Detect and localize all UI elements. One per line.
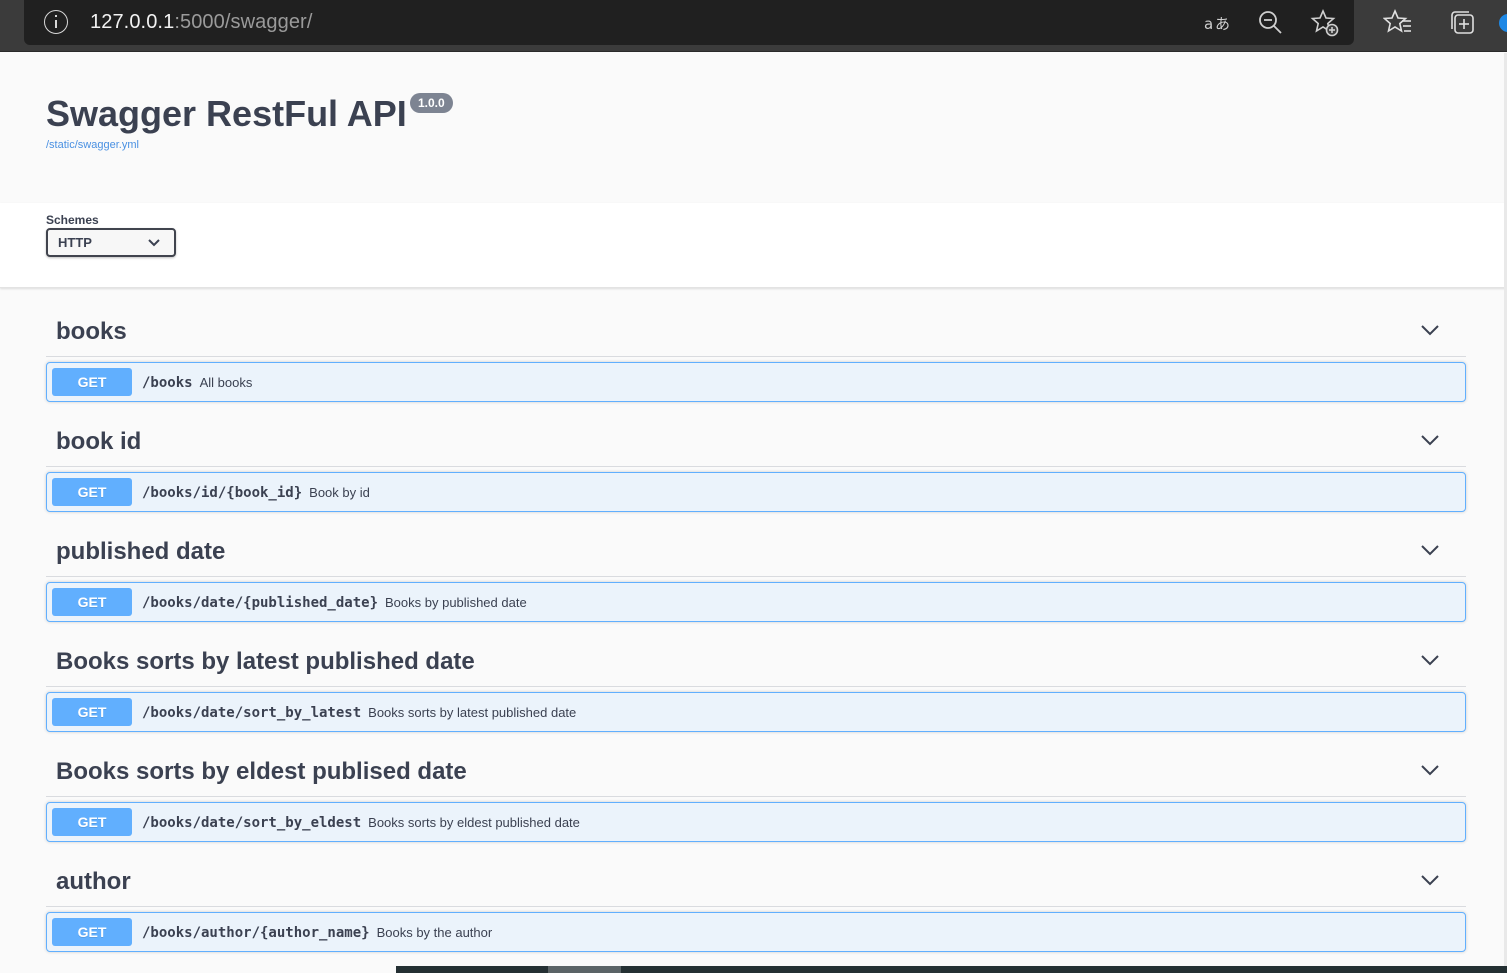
browser-toolbar: 127.0.0.1:5000/swagger/ a あ: [0, 0, 1507, 52]
operation-path: /books/date/sort_by_eldest: [142, 815, 362, 831]
operation-path: /books/date/sort_by_latest: [142, 705, 362, 721]
operation-path: /books: [142, 375, 193, 391]
address-bar[interactable]: 127.0.0.1:5000/swagger/: [24, 0, 1354, 45]
operations-list: books GET/books All books book id GET/books/…: [46, 300, 1466, 960]
tag-header[interactable]: books: [46, 300, 1466, 357]
tag-name: Books sorts by latest published date: [56, 648, 475, 675]
tag-section: published date GET/books/date/{published_…: [46, 520, 1466, 630]
operation-row[interactable]: GET/books/date/{published_date} Books by …: [46, 582, 1466, 622]
schemes-container: Schemes HTTP: [0, 203, 1507, 288]
collections-icon[interactable]: [1448, 8, 1478, 38]
get-method-badge: GET: [52, 368, 132, 396]
operation-summary: /books/date/sort_by_eldest Books sorts by…: [142, 814, 580, 832]
operation-path: /books/author/{author_name}: [142, 925, 370, 941]
info-icon[interactable]: [44, 10, 68, 34]
operation-description: All books: [199, 375, 253, 390]
get-method-badge: GET: [52, 698, 132, 726]
operation-path: /books/id/{book_id}: [142, 485, 303, 501]
get-method-badge: GET: [52, 918, 132, 946]
tag-header[interactable]: Books sorts by eldest publised date: [46, 740, 1466, 797]
tag-header[interactable]: Books sorts by latest published date: [46, 630, 1466, 687]
tag-section: Books sorts by eldest publised date GET/b…: [46, 740, 1466, 850]
operation-summary: /books All books: [142, 374, 252, 392]
operation-description: Books sorts by eldest published date: [368, 815, 580, 830]
api-title: Swagger RestFul API: [46, 93, 407, 134]
chevron-down-icon[interactable]: [1420, 433, 1440, 447]
operation-row[interactable]: GET/books/date/sort_by_eldest Books sorts…: [46, 802, 1466, 842]
add-favorite-icon[interactable]: [1310, 8, 1340, 38]
tag-header[interactable]: published date: [46, 520, 1466, 577]
tag-name: Books sorts by eldest publised date: [56, 758, 467, 785]
operation-summary: /books/date/sort_by_latest Books sorts by…: [142, 704, 576, 722]
svg-text:a: a: [1204, 15, 1213, 33]
get-method-badge: GET: [52, 808, 132, 836]
chevron-down-icon[interactable]: [1420, 873, 1440, 887]
schemes-selected-value: HTTP: [58, 235, 92, 250]
operation-description: Books by the author: [376, 925, 493, 940]
get-method-badge: GET: [52, 588, 132, 616]
read-aloud-icon[interactable]: a あ: [1202, 8, 1232, 38]
zoom-out-icon[interactable]: [1256, 8, 1286, 38]
tag-section: book id GET/books/id/{book_id} Book by id: [46, 410, 1466, 520]
operation-row[interactable]: GET/books/date/sort_by_latest Books sorts…: [46, 692, 1466, 732]
tag-name: book id: [56, 428, 142, 455]
favorites-icon[interactable]: [1383, 8, 1413, 38]
url-text[interactable]: 127.0.0.1:5000/swagger/: [90, 11, 312, 34]
spec-url-link[interactable]: /static/swagger.yml: [46, 139, 139, 151]
chevron-down-icon[interactable]: [1420, 763, 1440, 777]
operation-summary: /books/date/{published_date} Books by pub…: [142, 594, 527, 612]
operation-row[interactable]: GET/books/id/{book_id} Book by id: [46, 472, 1466, 512]
schemes-select[interactable]: HTTP: [46, 228, 176, 257]
operation-description: Books sorts by latest published date: [368, 705, 577, 720]
operation-row[interactable]: GET/books All books: [46, 362, 1466, 402]
tag-section: author GET/books/author/{author_name} Book…: [46, 850, 1466, 960]
operation-path: /books/date/{published_date}: [142, 595, 379, 611]
url-host: 127.0.0.1: [90, 11, 175, 33]
chevron-down-icon: [148, 239, 160, 247]
version-badge: 1.0.0: [410, 93, 453, 113]
tag-header[interactable]: book id: [46, 410, 1466, 467]
operation-description: Book by id: [309, 485, 370, 500]
tag-name: author: [56, 868, 131, 895]
get-method-badge: GET: [52, 478, 132, 506]
tag-section: Books sorts by latest published date GET /…: [46, 630, 1466, 740]
tag-name: books: [56, 318, 127, 345]
bottom-panel-handle[interactable]: [548, 966, 621, 973]
tag-header[interactable]: author: [46, 850, 1466, 907]
profile-icon[interactable]: [1499, 14, 1507, 32]
tag-name: published date: [56, 538, 226, 565]
chevron-down-icon[interactable]: [1420, 653, 1440, 667]
tag-section: books GET/books All books: [46, 300, 1466, 410]
schemes-label: Schemes: [46, 213, 99, 227]
chevron-down-icon[interactable]: [1420, 323, 1440, 337]
operation-description: Books by published date: [385, 595, 527, 610]
chevron-down-icon[interactable]: [1420, 543, 1440, 557]
url-path: :5000/swagger/: [174, 11, 313, 33]
svg-text:あ: あ: [1215, 15, 1230, 33]
api-info: Swagger RestFul API 1.0.0 /static/swagge…: [0, 53, 1507, 203]
operation-row[interactable]: GET/books/author/{author_name} Books by t…: [46, 912, 1466, 952]
operation-summary: /books/id/{book_id} Book by id: [142, 484, 370, 502]
operation-summary: /books/author/{author_name} Books by the …: [142, 924, 492, 942]
